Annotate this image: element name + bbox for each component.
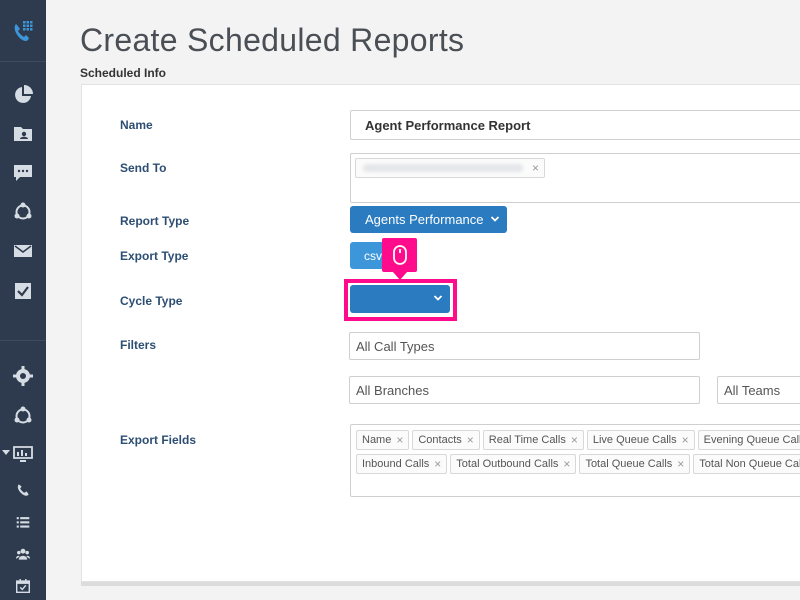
recipient-tag: × bbox=[355, 158, 545, 178]
redacted-email bbox=[362, 164, 523, 172]
settings-icon bbox=[13, 366, 33, 386]
export-field-tag: Total Queue Calls × bbox=[579, 454, 691, 474]
nav-scheduled[interactable] bbox=[13, 576, 33, 596]
branches-filter[interactable]: All Branches bbox=[349, 376, 700, 404]
export-field-label: Total Queue Calls bbox=[585, 458, 673, 470]
export-type-label: Export Type bbox=[120, 249, 189, 263]
pie-chart-icon bbox=[15, 85, 33, 103]
nav-monitor[interactable] bbox=[13, 444, 33, 464]
mail-icon bbox=[14, 245, 32, 257]
monitor-icon bbox=[13, 446, 33, 462]
section-label: Scheduled Info bbox=[80, 66, 167, 80]
nav-settings[interactable] bbox=[13, 366, 33, 386]
chevron-down-icon bbox=[490, 216, 500, 222]
export-fields-row: Inbound Calls × Total Outbound Calls × Total… bbox=[356, 454, 800, 477]
export-field-label: Total Non Queue Calls bbox=[699, 458, 800, 470]
tooltip-arrow bbox=[393, 272, 407, 280]
caret-down-icon[interactable] bbox=[2, 450, 10, 455]
export-field-tag: Total Non Queue Calls× bbox=[693, 454, 800, 474]
mouse-icon bbox=[392, 245, 407, 265]
report-type-label: Report Type bbox=[120, 214, 190, 228]
nav-integrations[interactable] bbox=[13, 202, 33, 222]
export-fields-row: Name × Contacts × Real Time Calls × Live Queue… bbox=[356, 430, 800, 453]
cycle-type-select[interactable] bbox=[350, 285, 450, 313]
name-label: Name bbox=[120, 118, 153, 132]
phone-icon bbox=[17, 484, 29, 496]
export-field-tag: Name × bbox=[356, 430, 410, 450]
sidebar-divider bbox=[0, 340, 46, 341]
remove-tag-icon[interactable]: × bbox=[563, 457, 570, 471]
report-type-select[interactable]: Agents Performance bbox=[350, 206, 507, 233]
integrations-icon bbox=[14, 202, 32, 220]
nav-list[interactable] bbox=[13, 512, 33, 532]
remove-tag-icon[interactable]: × bbox=[467, 433, 474, 447]
nav-dashboard[interactable] bbox=[13, 85, 33, 105]
integrations-icon bbox=[14, 406, 32, 424]
export-field-tag: Contacts × bbox=[412, 430, 480, 450]
export-field-label: Evening Queue Calls bbox=[703, 434, 800, 446]
nav-contacts[interactable] bbox=[13, 124, 33, 144]
send-to-input[interactable]: × bbox=[350, 153, 800, 203]
nav-chat[interactable] bbox=[13, 163, 33, 183]
remove-tag-icon[interactable]: × bbox=[396, 433, 403, 447]
export-fields-label: Export Fields bbox=[120, 433, 197, 447]
nav-calls[interactable] bbox=[13, 480, 33, 500]
remove-tag-icon[interactable]: × bbox=[434, 457, 441, 471]
nav-integrations-2[interactable] bbox=[13, 406, 33, 426]
nav-tasks[interactable] bbox=[13, 281, 33, 301]
sidebar bbox=[0, 0, 46, 600]
export-field-tag: Total Outbound Calls × bbox=[450, 454, 577, 474]
export-field-label: Name bbox=[362, 434, 392, 446]
filters-label: Filters bbox=[120, 338, 157, 352]
export-field-label: Real Time Calls bbox=[488, 434, 566, 446]
app-logo[interactable] bbox=[0, 0, 46, 62]
checkbox-icon bbox=[15, 283, 31, 299]
export-field-tag: Inbound Calls × bbox=[356, 454, 448, 474]
nav-mail[interactable] bbox=[13, 241, 33, 261]
teams-filter[interactable]: All Teams bbox=[717, 376, 800, 404]
cycle-type-label: Cycle Type bbox=[120, 294, 183, 308]
users-icon bbox=[16, 548, 30, 560]
name-input[interactable]: Agent Performance Report bbox=[350, 110, 800, 140]
export-field-label: Live Queue Calls bbox=[592, 434, 677, 446]
remove-tag-icon[interactable]: × bbox=[571, 433, 578, 447]
export-field-label: Contacts bbox=[418, 434, 462, 446]
export-field-tag: Live Queue Calls × bbox=[586, 430, 695, 450]
page-title: Create Scheduled Reports bbox=[80, 22, 465, 58]
phone-logo-icon bbox=[14, 20, 33, 41]
chat-icon bbox=[14, 165, 32, 181]
send-to-label: Send To bbox=[120, 161, 167, 175]
click-hint-tooltip bbox=[382, 238, 417, 272]
export-field-tag: Evening Queue Calls× bbox=[697, 430, 800, 450]
export-field-label: Total Outbound Calls bbox=[456, 458, 559, 470]
calendar-icon bbox=[16, 579, 30, 593]
call-types-filter[interactable]: All Call Types bbox=[349, 332, 700, 360]
remove-tag-icon[interactable]: × bbox=[682, 433, 689, 447]
nav-teams[interactable] bbox=[13, 544, 33, 564]
chevron-down-icon bbox=[433, 295, 443, 301]
panel-footer bbox=[81, 582, 800, 586]
remove-tag-icon[interactable]: × bbox=[677, 457, 684, 471]
remove-tag-icon[interactable]: × bbox=[532, 161, 539, 175]
export-field-tag: Real Time Calls × bbox=[482, 430, 584, 450]
list-icon bbox=[16, 517, 30, 528]
report-type-value: Agents Performance bbox=[365, 212, 484, 227]
export-fields-input[interactable]: Name × Contacts × Real Time Calls × Live Queue… bbox=[350, 424, 800, 497]
export-field-label: Inbound Calls bbox=[362, 458, 430, 470]
contacts-folder-icon bbox=[14, 127, 32, 141]
